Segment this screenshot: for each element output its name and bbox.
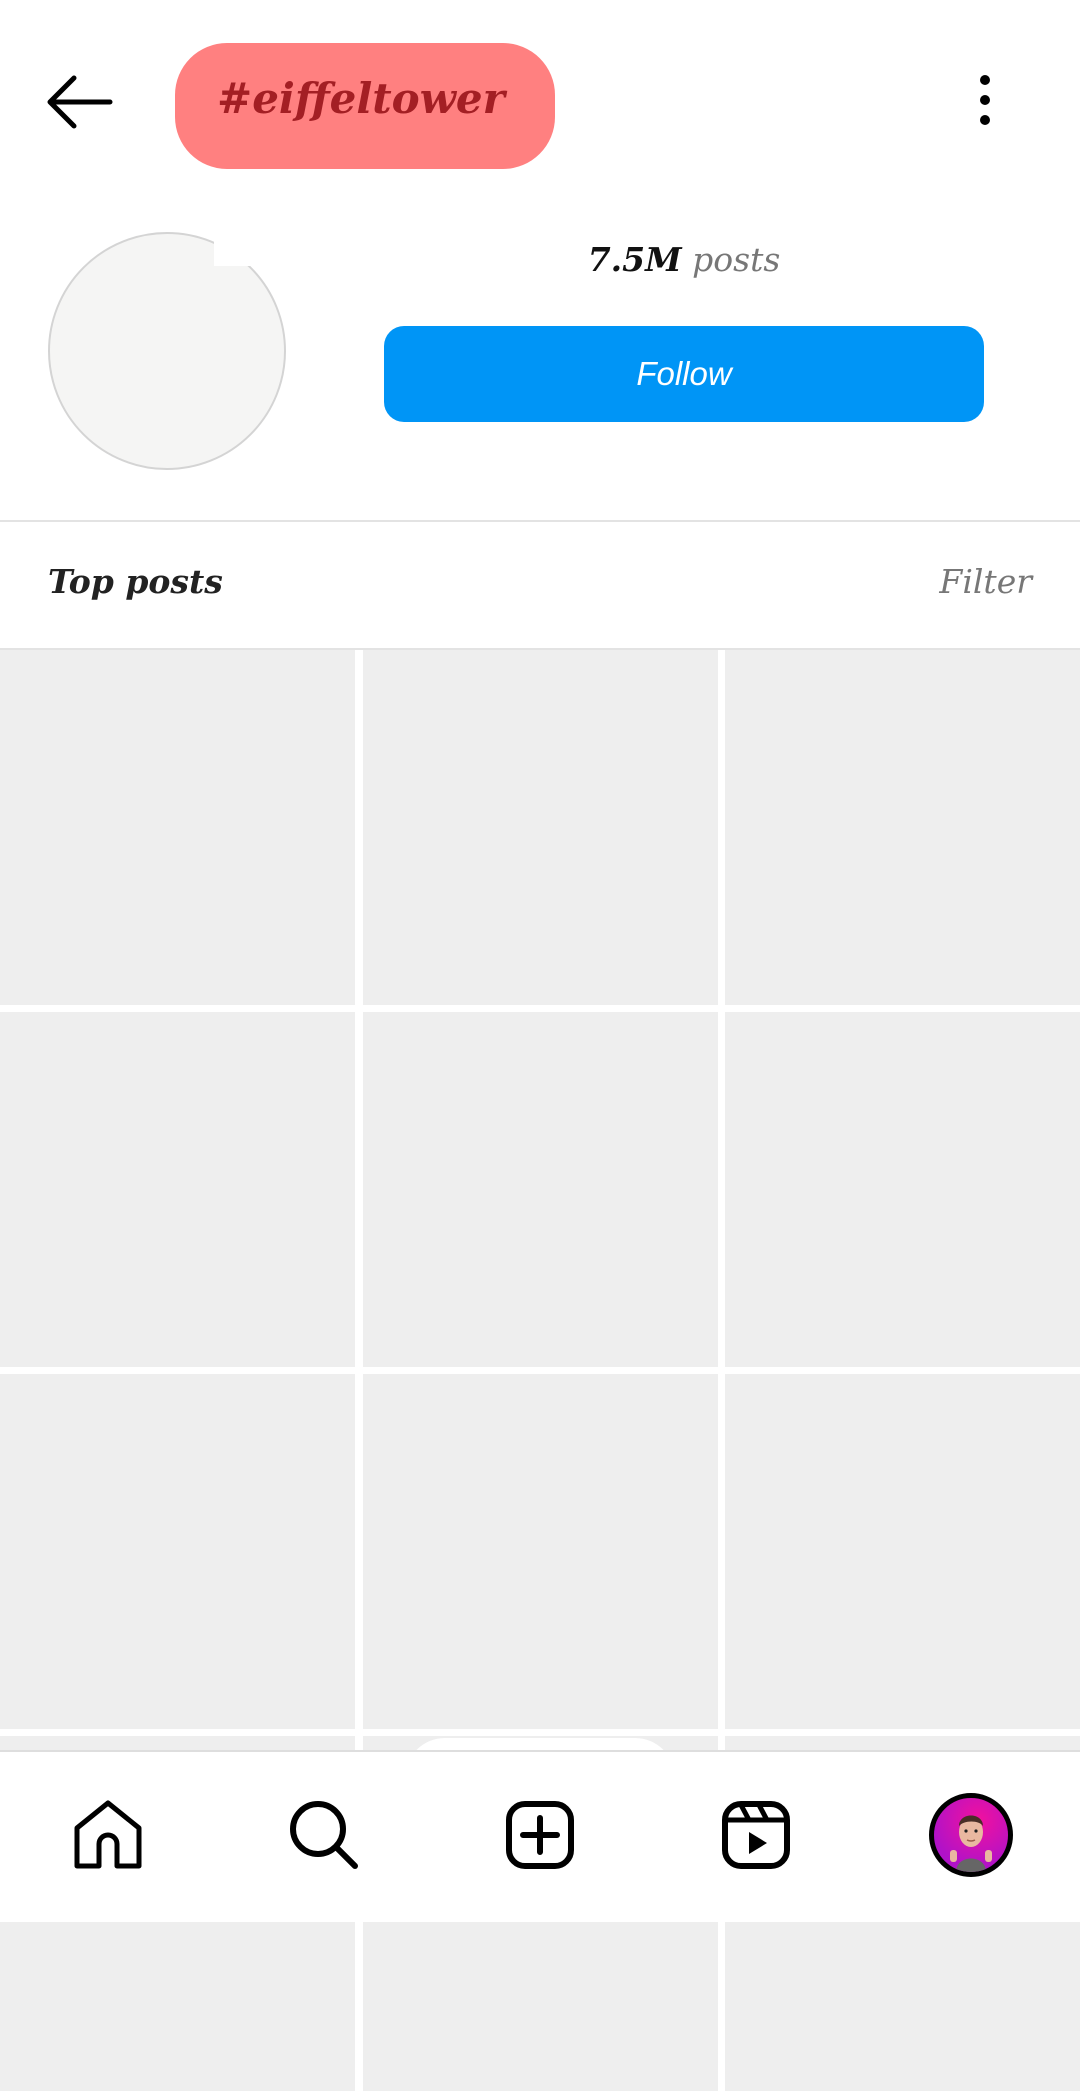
post-tile[interactable]: [362, 650, 718, 1005]
vertical-ellipsis-icon: [980, 75, 990, 125]
avatar-notch: [214, 226, 254, 266]
nav-search[interactable]: [279, 1790, 369, 1880]
back-button[interactable]: [40, 65, 120, 140]
avatar-character-icon: [950, 1815, 992, 1872]
nav-create[interactable]: [495, 1790, 585, 1880]
posts-grid: [0, 650, 1080, 2091]
profile-avatar: [929, 1793, 1013, 1877]
posts-count: 7.5M posts: [384, 240, 984, 279]
post-tile[interactable]: [0, 1012, 355, 1367]
top-posts-heading: Top posts: [48, 562, 223, 601]
post-tile[interactable]: [0, 650, 355, 1005]
post-tile[interactable]: [725, 650, 1080, 1005]
divider: [0, 520, 1080, 522]
search-icon: [290, 1801, 358, 1869]
filter-button[interactable]: Filter: [939, 562, 1032, 601]
reels-icon: [722, 1801, 790, 1869]
more-options-button[interactable]: [960, 70, 1010, 130]
post-tile[interactable]: [725, 1012, 1080, 1367]
hashtag-title-pill: #eiffeltower: [175, 43, 555, 169]
plus-square-icon: [506, 1801, 574, 1869]
posts-count-label: posts: [692, 240, 781, 279]
post-tile[interactable]: [362, 1012, 718, 1367]
post-tile[interactable]: [362, 1374, 718, 1729]
post-tile[interactable]: [0, 1374, 355, 1729]
arrow-left-icon: [47, 75, 113, 129]
post-tile[interactable]: [725, 1374, 1080, 1729]
nav-profile[interactable]: [926, 1790, 1016, 1880]
page-title: #eiffeltower: [217, 73, 505, 123]
posts-count-value: 7.5M: [587, 240, 682, 279]
nav-home[interactable]: [63, 1790, 153, 1880]
follow-button[interactable]: Follow: [384, 326, 984, 422]
hashtag-avatar: [48, 232, 286, 470]
bottom-navigation: [0, 1750, 1080, 1922]
nav-reels[interactable]: [711, 1790, 801, 1880]
home-icon: [74, 1800, 142, 1869]
